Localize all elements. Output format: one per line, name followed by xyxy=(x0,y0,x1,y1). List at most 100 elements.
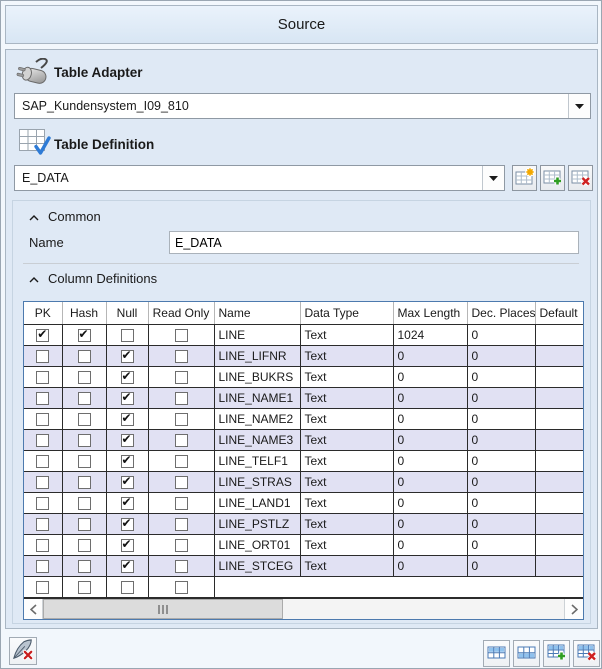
scroll-left-button[interactable] xyxy=(24,599,43,619)
hash-checkbox[interactable] xyxy=(78,329,91,342)
read-only-cell[interactable] xyxy=(148,346,214,367)
hash-checkbox[interactable] xyxy=(78,581,91,594)
cell-default[interactable] xyxy=(535,346,583,367)
cell-max-length[interactable]: 0 xyxy=(393,388,467,409)
read-only-cell[interactable] xyxy=(148,325,214,346)
cell-data-type[interactable]: Text xyxy=(300,430,393,451)
null-cell[interactable] xyxy=(106,430,148,451)
cell-dec-places[interactable]: 0 xyxy=(467,472,535,493)
pk-checkbox[interactable] xyxy=(36,413,49,426)
hash-cell[interactable] xyxy=(62,430,106,451)
scrollbar-thumb[interactable] xyxy=(43,599,283,619)
cell-data-type[interactable]: Text xyxy=(300,535,393,556)
cell-dec-places[interactable]: 0 xyxy=(467,409,535,430)
null-checkbox[interactable] xyxy=(121,539,134,552)
pk-cell[interactable] xyxy=(24,451,62,472)
table-definition-combobox[interactable]: E_DATA xyxy=(14,165,505,191)
cell-default[interactable] xyxy=(535,472,583,493)
pk-checkbox[interactable] xyxy=(36,539,49,552)
pk-checkbox[interactable] xyxy=(36,392,49,405)
hash-checkbox[interactable] xyxy=(78,497,91,510)
cell-name[interactable]: LINE_TELF1 xyxy=(214,451,300,472)
column-header-pk[interactable]: PK xyxy=(24,302,62,325)
cell-data-type[interactable]: Text xyxy=(300,409,393,430)
pk-cell[interactable] xyxy=(24,556,62,577)
null-cell[interactable] xyxy=(106,577,148,598)
cell-max-length[interactable]: 0 xyxy=(393,367,467,388)
cell-default[interactable] xyxy=(535,514,583,535)
null-checkbox[interactable] xyxy=(121,350,134,363)
pk-cell[interactable] xyxy=(24,367,62,388)
cell-dec-places[interactable]: 0 xyxy=(467,430,535,451)
null-checkbox[interactable] xyxy=(121,413,134,426)
hash-cell[interactable] xyxy=(62,325,106,346)
common-section-header[interactable]: Common xyxy=(29,209,101,224)
cell-data-type[interactable]: Text xyxy=(300,346,393,367)
hash-cell[interactable] xyxy=(62,493,106,514)
null-cell[interactable] xyxy=(106,514,148,535)
read-only-cell[interactable] xyxy=(148,409,214,430)
cell-data-type[interactable]: Text xyxy=(300,514,393,535)
null-cell[interactable] xyxy=(106,388,148,409)
hash-checkbox[interactable] xyxy=(78,392,91,405)
read-only-checkbox[interactable] xyxy=(175,518,188,531)
hash-cell[interactable] xyxy=(62,514,106,535)
pk-checkbox[interactable] xyxy=(36,476,49,489)
cell-default[interactable] xyxy=(535,556,583,577)
cell-name[interactable]: LINE xyxy=(214,325,300,346)
cell-data-type[interactable]: Text xyxy=(300,367,393,388)
cell-name[interactable]: LINE_BUKRS xyxy=(214,367,300,388)
null-checkbox[interactable] xyxy=(121,434,134,447)
read-only-checkbox[interactable] xyxy=(175,392,188,405)
cell-dec-places[interactable]: 0 xyxy=(467,367,535,388)
null-cell[interactable] xyxy=(106,451,148,472)
cell-data-type[interactable]: Text xyxy=(300,451,393,472)
cell-data-type[interactable]: Text xyxy=(300,325,393,346)
column-header-name[interactable]: Name xyxy=(214,302,300,325)
pk-cell[interactable] xyxy=(24,514,62,535)
delete-table-definition-button[interactable] xyxy=(568,165,593,191)
column-header-null[interactable]: Null xyxy=(106,302,148,325)
pen-delete-button[interactable] xyxy=(9,637,37,665)
hash-cell[interactable] xyxy=(62,388,106,409)
null-checkbox[interactable] xyxy=(121,392,134,405)
pk-cell[interactable] xyxy=(24,472,62,493)
column-header-dec-places[interactable]: Dec. Places xyxy=(467,302,535,325)
cell-max-length[interactable]: 0 xyxy=(393,472,467,493)
cell-dec-places[interactable]: 0 xyxy=(467,388,535,409)
column-header-data-type[interactable]: Data Type xyxy=(300,302,393,325)
chevron-down-icon[interactable] xyxy=(568,94,590,118)
cell-dec-places[interactable]: 0 xyxy=(467,556,535,577)
null-checkbox[interactable] xyxy=(121,329,134,342)
read-only-checkbox[interactable] xyxy=(175,560,188,573)
cell-data-type[interactable]: Text xyxy=(300,493,393,514)
null-checkbox[interactable] xyxy=(121,497,134,510)
null-checkbox[interactable] xyxy=(121,476,134,489)
new-table-definition-button[interactable] xyxy=(512,165,537,191)
read-only-cell[interactable] xyxy=(148,367,214,388)
pk-checkbox[interactable] xyxy=(36,560,49,573)
grid-add-row-button[interactable] xyxy=(543,640,570,667)
read-only-checkbox[interactable] xyxy=(175,371,188,384)
null-cell[interactable] xyxy=(106,367,148,388)
pk-cell[interactable] xyxy=(24,430,62,451)
pk-checkbox[interactable] xyxy=(36,455,49,468)
hash-checkbox[interactable] xyxy=(78,434,91,447)
cell-dec-places[interactable]: 0 xyxy=(467,493,535,514)
null-cell[interactable] xyxy=(106,493,148,514)
pk-checkbox[interactable] xyxy=(36,350,49,363)
cell-max-length[interactable]: 1024 xyxy=(393,325,467,346)
hash-checkbox[interactable] xyxy=(78,413,91,426)
read-only-checkbox[interactable] xyxy=(175,455,188,468)
pk-checkbox[interactable] xyxy=(36,581,49,594)
pk-cell[interactable] xyxy=(24,493,62,514)
column-header-max-length[interactable]: Max Length xyxy=(393,302,467,325)
cell-name[interactable]: LINE_NAME3 xyxy=(214,430,300,451)
hash-cell[interactable] xyxy=(62,556,106,577)
cell-name[interactable]: LINE_LAND1 xyxy=(214,493,300,514)
read-only-cell[interactable] xyxy=(148,451,214,472)
read-only-cell[interactable] xyxy=(148,388,214,409)
read-only-checkbox[interactable] xyxy=(175,581,188,594)
hash-cell[interactable] xyxy=(62,409,106,430)
read-only-cell[interactable] xyxy=(148,556,214,577)
